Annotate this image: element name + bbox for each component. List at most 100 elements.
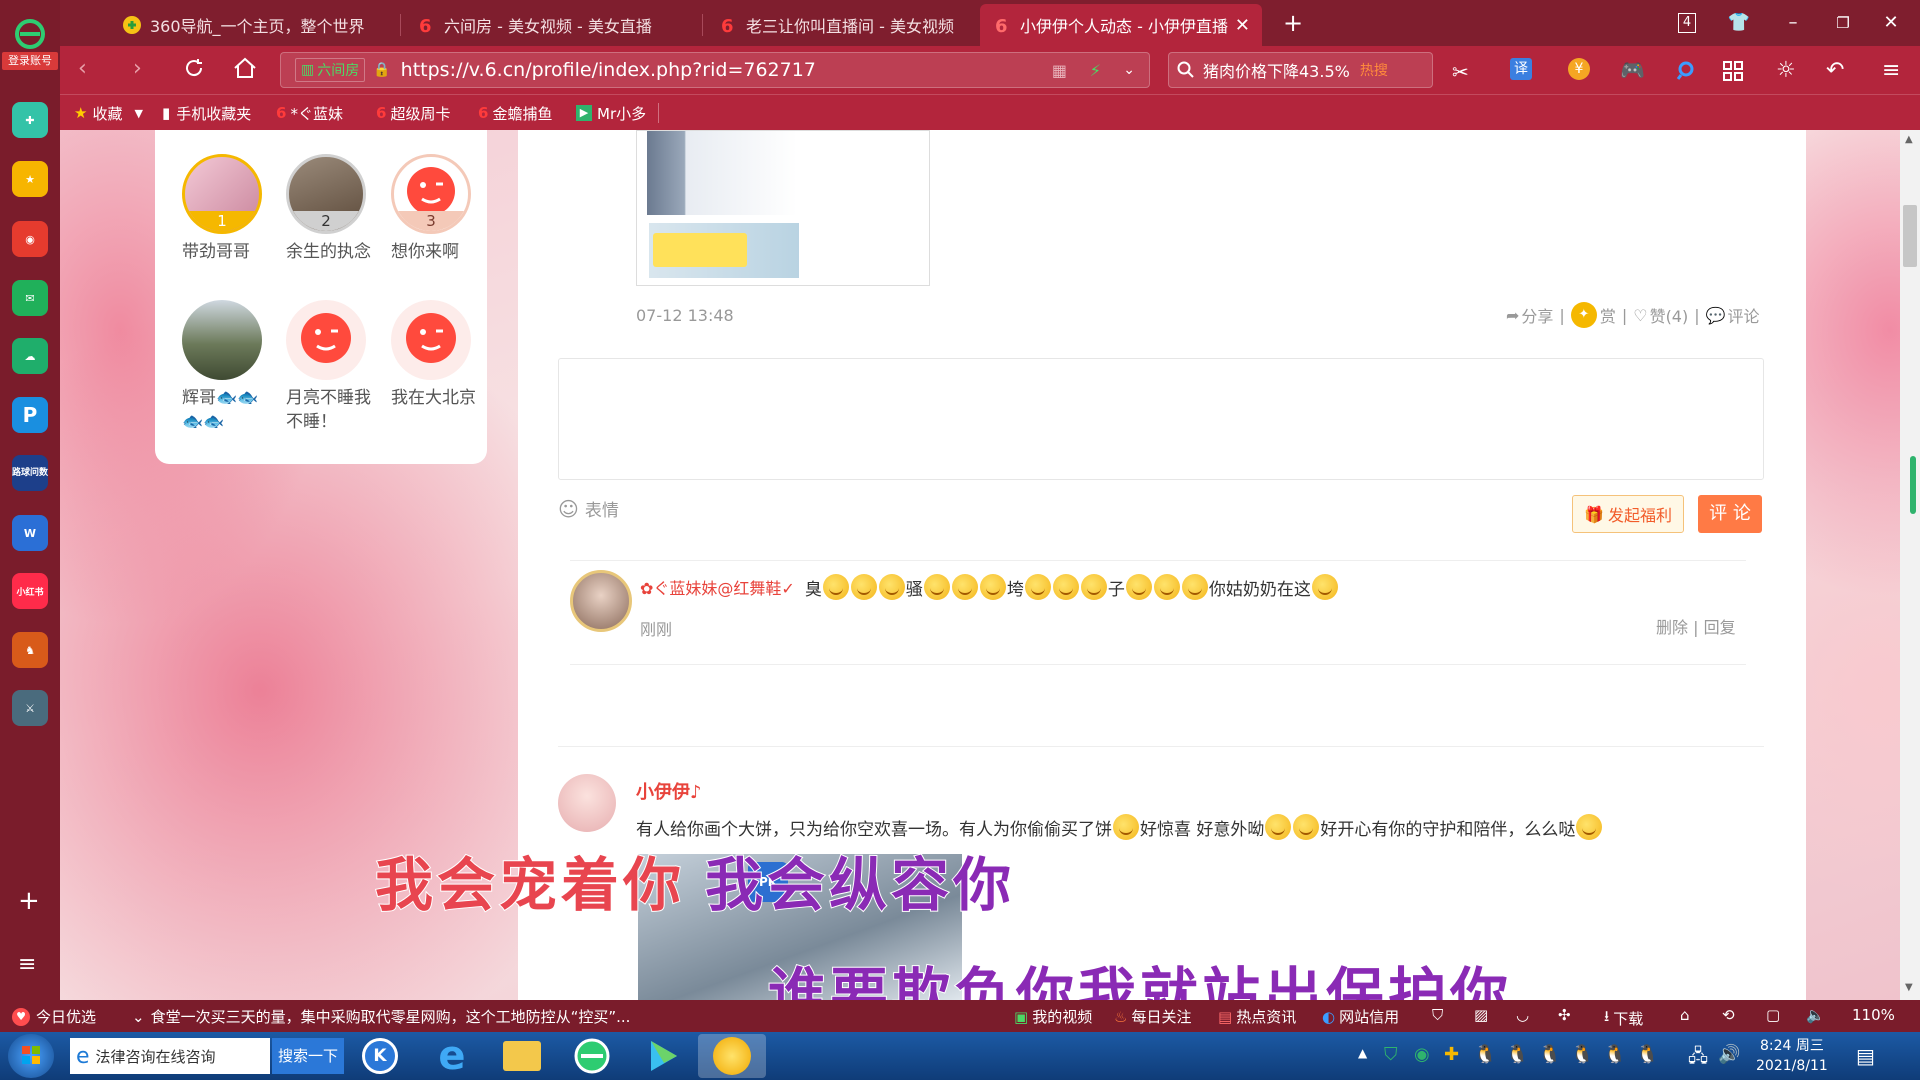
taskbar-search-input[interactable]: e 法律咨询在线咨询 [70, 1038, 270, 1074]
minimize-icon[interactable]: – [1780, 10, 1806, 36]
qr-icon[interactable]: ▦ [1052, 61, 1067, 80]
delete-link[interactable]: 删除 [1656, 618, 1688, 637]
sidebar-mail-icon[interactable]: ✉ [12, 280, 48, 316]
fan-item[interactable]: 3 想你来啊 [381, 154, 481, 264]
comment-link[interactable]: 评论 [1728, 303, 1760, 327]
magnifier-icon[interactable] [1676, 60, 1698, 82]
tray-expand-icon[interactable]: ▲ [1358, 1046, 1367, 1060]
reply-link[interactable]: 回复 [1704, 618, 1736, 637]
side-slider-handle[interactable] [1910, 456, 1916, 514]
fan-item[interactable]: 辉哥🐟🐟🐟🐟 [172, 300, 272, 434]
post-author[interactable]: 小伊伊♪ [636, 778, 702, 804]
sidebar-game-icon[interactable]: 路球问数 [12, 455, 48, 491]
tab-live-room[interactable]: 6 老三让你叫直播间 - 美女视频 [706, 4, 978, 46]
comment-textarea[interactable] [558, 358, 1764, 480]
scroll-down-icon[interactable]: ▼ [1905, 982, 1913, 993]
sidebar-cloud-icon[interactable]: ☁ [12, 338, 48, 374]
sidebar-p-icon[interactable]: P [12, 397, 48, 433]
scissors-icon[interactable]: ✂ [1452, 60, 1469, 84]
search-box[interactable]: 猪肉价格下降43.5% 热搜 [1168, 52, 1433, 88]
sidebar-game3-icon[interactable]: ⚔ [12, 690, 48, 726]
sidebar-add-icon[interactable]: + [18, 886, 40, 916]
sidebar-weibo-icon[interactable]: ◉ [12, 221, 48, 257]
fan-item[interactable]: 1 带劲哥哥 [172, 154, 272, 264]
reward-link[interactable]: 赏 [1600, 303, 1616, 327]
tray-360-icon[interactable]: ◉ [1414, 1044, 1430, 1065]
tab-count[interactable]: 4 [1678, 13, 1696, 33]
fan-item[interactable]: 月亮不睡我不睡！ [276, 300, 376, 434]
hot-news-link[interactable]: ▤ 热点资讯 [1218, 1006, 1296, 1027]
daily-link[interactable]: ♨ 每日关注 [1114, 1006, 1191, 1027]
tray-network-icon[interactable]: 🖧 [1688, 1044, 1708, 1074]
skin-icon[interactable]: 👕 [1726, 10, 1752, 36]
fan-item[interactable]: 2 余生的执念 [276, 154, 376, 264]
sync-icon[interactable]: ⟲ [1722, 1006, 1735, 1024]
bookmark-mr-xiaoduo[interactable]: ▶ Mr小多 [576, 101, 646, 125]
today-picks[interactable]: ♥ 今日优选 [12, 1006, 96, 1027]
bookmark-mobile[interactable]: ▮ 手机收藏夹 [162, 101, 251, 125]
taskbar-ie-icon[interactable]: e [418, 1033, 486, 1079]
restore-icon[interactable]: ❐ [1830, 10, 1856, 36]
login-account-button[interactable]: 登录账号 [2, 52, 58, 70]
taskbar-active-app-icon[interactable] [698, 1034, 766, 1078]
comment-author[interactable]: ✿ぐ蓝妹妹@红舞鞋✓ [640, 575, 795, 599]
tab-profile-active[interactable]: 6 小伊伊个人动态 - 小伊伊直播 ✕ [980, 4, 1262, 46]
close-window-icon[interactable]: ✕ [1878, 10, 1904, 36]
taskbar-k-app-icon[interactable]: K [346, 1034, 414, 1078]
chevron-down-icon[interactable]: ⌄ [1123, 62, 1135, 78]
new-tab-button[interactable]: + [1280, 10, 1306, 36]
my-video-link[interactable]: ▣ 我的视频 [1014, 1006, 1092, 1027]
refresh-icon[interactable] [182, 56, 206, 80]
wifi-icon[interactable]: ◡ [1516, 1006, 1529, 1024]
commenter-avatar[interactable] [570, 570, 632, 632]
menu-icon[interactable]: ≡ [1882, 58, 1900, 83]
speed-icon[interactable]: ⚡ [1090, 61, 1101, 80]
home-icon[interactable] [232, 56, 258, 80]
back-icon[interactable]: ‹ [78, 56, 87, 81]
image-icon[interactable]: ▨ [1474, 1006, 1488, 1024]
taskbar-search-button[interactable]: 搜索一下 [272, 1038, 344, 1074]
taskbar-360-browser-icon[interactable] [558, 1034, 626, 1078]
sidebar-xiaohongshu-icon[interactable]: 小红书 [12, 573, 48, 609]
news-ticker[interactable]: ⌄ 食堂一次买三天的量，集中采购取代零星网购，这个工地防控从“控买”... [132, 1006, 630, 1027]
coin-icon[interactable]: ¥ [1568, 58, 1590, 80]
action-center-icon[interactable]: ▤ [1856, 1044, 1875, 1068]
game-icon[interactable]: 🎮 [1620, 58, 1645, 82]
scrollbar-thumb[interactable] [1903, 205, 1917, 267]
translate-icon[interactable]: 译 [1510, 58, 1532, 80]
sidebar-doc-icon[interactable]: W [12, 515, 48, 551]
window-icon[interactable]: ▢ [1766, 1006, 1780, 1024]
start-button[interactable] [8, 1034, 54, 1078]
fan-item[interactable]: 我在大北京 [381, 300, 481, 410]
tray-clock[interactable]: 8:24 周三 2021/8/11 [1756, 1036, 1828, 1076]
taskbar-player-icon[interactable] [628, 1034, 696, 1078]
sidebar-menu-icon[interactable]: ≡ [18, 952, 36, 977]
welfare-button[interactable]: 🎁 发起福利 [1572, 495, 1684, 533]
emoji-button[interactable]: ☺ 表情 [558, 496, 619, 522]
close-tab-icon[interactable]: ✕ [1235, 15, 1250, 36]
address-bar[interactable]: ▥ 六间房 🔒 https://v.6.cn/profile/index.php?… [280, 52, 1150, 88]
like-link[interactable]: 赞(4) [1650, 303, 1689, 327]
tray-plus-icon[interactable]: ✚ [1444, 1044, 1459, 1065]
apps-icon[interactable] [1722, 60, 1744, 82]
url-text[interactable]: https://v.6.cn/profile/index.php?rid=762… [401, 59, 816, 81]
scroll-up-icon[interactable]: ▲ [1905, 134, 1913, 145]
tab-6cn-home[interactable]: 6 六间房 - 美女视频 - 美女直播 [404, 4, 702, 46]
taskbar-folder-icon[interactable] [488, 1034, 556, 1078]
site-credit-link[interactable]: ◐ 网站信用 [1322, 1006, 1399, 1027]
cleaner-icon[interactable]: ⌂ [1680, 1006, 1690, 1024]
speaker-icon[interactable]: 🔈 [1806, 1006, 1825, 1024]
fan-icon[interactable]: ✣ [1558, 1006, 1571, 1024]
bookmark-weekly-card[interactable]: 6 超级周卡 [376, 101, 450, 125]
brightness-icon[interactable]: ☼ [1776, 58, 1796, 83]
sidebar-favorites-icon[interactable]: ★ [12, 161, 48, 197]
bookmark-lanmei[interactable]: 6 *ぐ蓝妹 [276, 101, 343, 125]
sidebar-health-icon[interactable]: ✚ [12, 102, 48, 138]
bookmark-favorites[interactable]: ★ 收藏 ▼ [74, 101, 143, 125]
zoom-level[interactable]: 110% [1852, 1006, 1895, 1024]
submit-comment-button[interactable]: 评 论 [1698, 495, 1762, 533]
download-link[interactable]: ⭳ 下载 [1604, 1006, 1643, 1031]
author-avatar[interactable] [558, 774, 616, 832]
tab-360-nav[interactable]: 360导航_一个主页，整个世界 [110, 4, 400, 46]
tray-qq-icons[interactable]: 🐧 🐧 🐧 🐧 🐧 🐧 [1474, 1044, 1659, 1065]
